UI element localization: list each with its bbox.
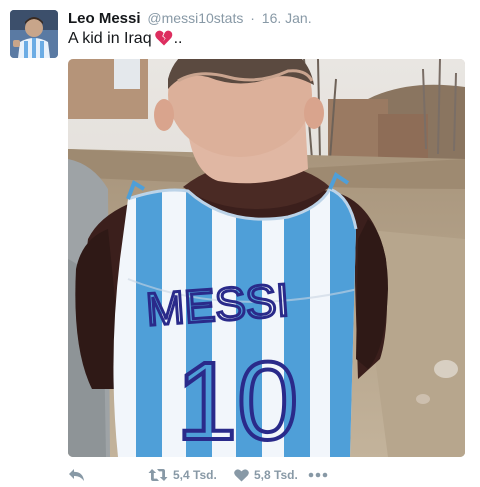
tweet-text-body: A kid in Iraq — [68, 30, 152, 47]
tweet-text-suffix: .. — [173, 30, 183, 47]
tweet-actions: 5,4 Tsd. 5,8 Tsd. — [68, 467, 368, 483]
like-button[interactable]: 5,8 Tsd. — [234, 467, 298, 483]
reply-icon — [68, 468, 85, 482]
retweet-button[interactable]: 5,4 Tsd. — [148, 467, 217, 483]
shirt-number-text: 10 — [176, 340, 298, 457]
retweet-count: 5,4 Tsd. — [173, 468, 217, 482]
author-name[interactable]: Leo Messi — [68, 10, 141, 27]
broken-heart-icon — [154, 30, 173, 46]
tweet-date[interactable]: 16. Jan. — [262, 10, 312, 26]
shirt-name-text: MESSI — [144, 273, 290, 335]
more-dots-icon — [308, 472, 328, 478]
author-handle[interactable]: @messi10stats — [147, 10, 243, 26]
more-button[interactable] — [308, 467, 328, 483]
header-separator: · — [250, 10, 255, 26]
retweet-icon — [148, 468, 168, 482]
tweet-card: Leo Messi @messi10stats · 16. Jan. A kid… — [0, 0, 480, 487]
tweet-text: A kid in Iraq.. — [68, 29, 183, 49]
heart-icon — [234, 468, 249, 482]
tweet-header: Leo Messi @messi10stats · 16. Jan. — [68, 9, 312, 28]
tweet-photo[interactable]: MESSI 10 — [68, 59, 465, 457]
reply-button[interactable] — [68, 467, 85, 483]
author-avatar[interactable] — [10, 10, 58, 58]
like-count: 5,8 Tsd. — [254, 468, 298, 482]
